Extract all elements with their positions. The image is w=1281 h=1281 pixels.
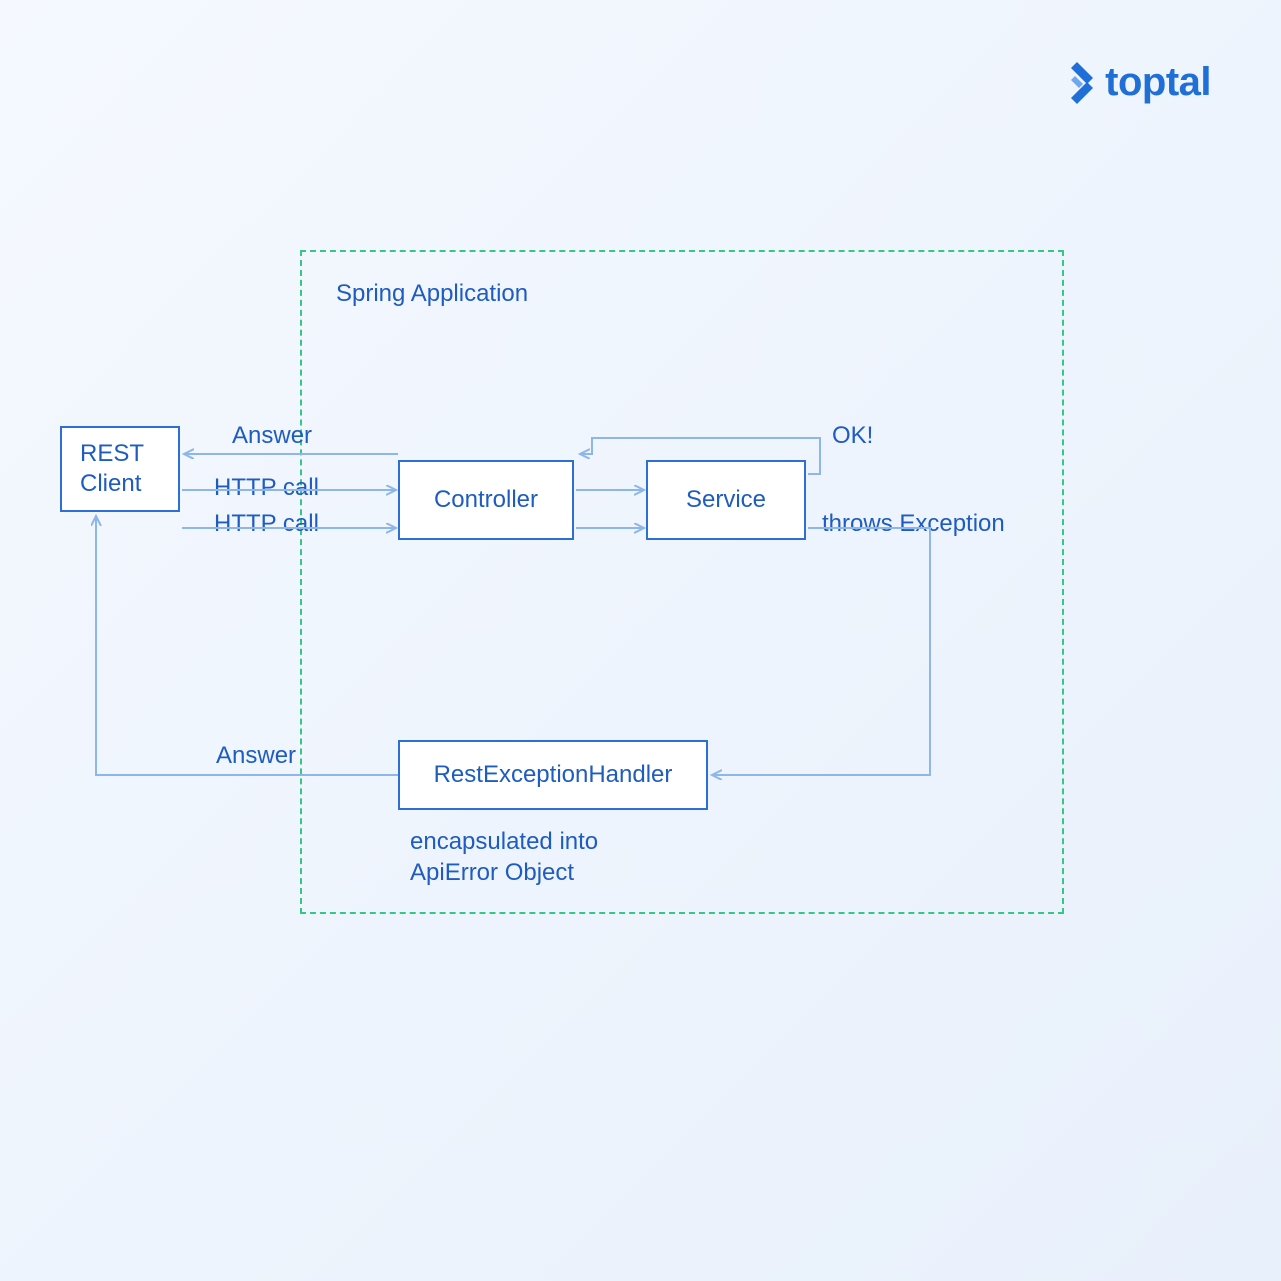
node-rest-client: REST Client <box>60 426 180 512</box>
spring-application-container <box>300 250 1064 914</box>
container-title: Spring Application <box>336 280 528 308</box>
label-encapsulated: encapsulated into ApiError Object <box>410 826 598 888</box>
node-controller-label: Controller <box>434 485 538 515</box>
brand-name: toptal <box>1105 60 1211 105</box>
label-throws-exception: throws Exception <box>822 508 1005 539</box>
brand-logo: toptal <box>1065 60 1211 105</box>
toptal-icon <box>1065 62 1099 104</box>
node-rest-client-label: REST Client <box>80 439 144 499</box>
label-answer-bottom: Answer <box>216 740 296 771</box>
label-ok: OK! <box>832 420 873 451</box>
node-service-label: Service <box>686 485 766 515</box>
node-service: Service <box>646 460 806 540</box>
node-controller: Controller <box>398 460 574 540</box>
label-http-call-1: HTTP call <box>214 472 319 503</box>
label-http-call-2: HTTP call <box>214 508 319 539</box>
label-answer-top: Answer <box>232 420 312 451</box>
node-rest-exception-handler: RestExceptionHandler <box>398 740 708 810</box>
node-rest-exception-handler-label: RestExceptionHandler <box>434 760 673 790</box>
